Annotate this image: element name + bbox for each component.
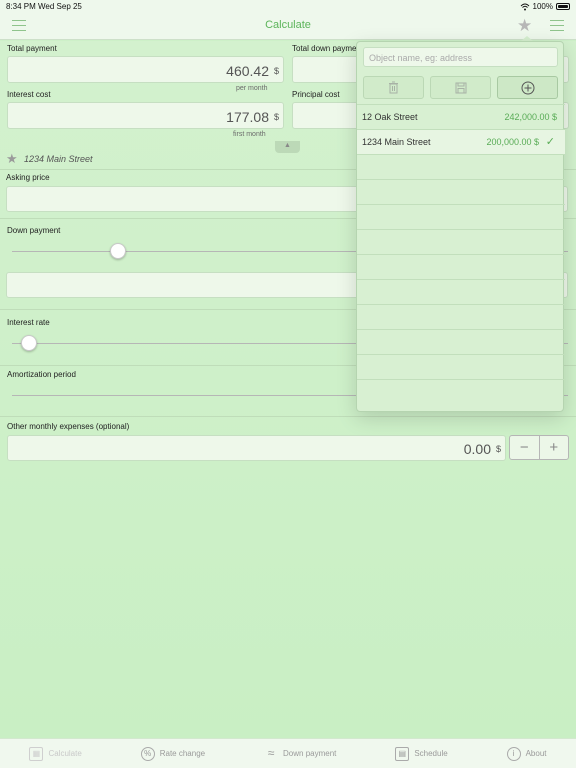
object-price: 200,000.00 $	[486, 137, 539, 147]
tab-rate-change[interactable]: % Rate change	[140, 746, 206, 761]
empty-row	[357, 279, 565, 304]
down-payment-label: Down payment	[7, 226, 61, 235]
tab-label: Schedule	[414, 749, 448, 758]
tab-about[interactable]: i About	[506, 746, 547, 761]
tab-label: About	[525, 749, 547, 758]
other-expenses-input[interactable]: 0.00 $	[7, 435, 506, 461]
tab-label: Calculate	[48, 749, 82, 758]
saved-objects-popover: Object name, eg: address 12 Oak Street 2…	[356, 41, 565, 412]
object-name-input[interactable]: Object name, eg: address	[363, 47, 558, 67]
tab-down-payment[interactable]: ≈ Down payment	[264, 745, 337, 761]
wifi-icon	[520, 3, 529, 10]
add-object-button[interactable]	[497, 76, 558, 99]
star-icon: ★	[6, 151, 18, 166]
asking-price-label: Asking price	[6, 173, 50, 182]
hand-money-icon: ≈	[267, 745, 275, 760]
total-payment-field: 460.42 $	[7, 56, 284, 83]
info-icon: i	[506, 746, 521, 761]
empty-row	[357, 254, 565, 279]
other-expenses-value: 0.00	[463, 441, 491, 457]
empty-row	[357, 379, 565, 404]
decrement-button[interactable]: −	[510, 436, 540, 459]
save-icon	[455, 82, 466, 93]
principal-cost-label: Principal cost	[292, 90, 340, 99]
total-payment-label: Total payment	[7, 44, 57, 53]
object-name-placeholder: Object name, eg: address	[369, 53, 473, 63]
settings-sliders-icon[interactable]	[550, 20, 564, 32]
selected-object-name: 1234 Main Street	[24, 154, 93, 164]
empty-row	[357, 229, 565, 254]
interest-cost-label: Interest cost	[7, 90, 51, 99]
tab-label: Rate change	[159, 749, 206, 758]
saved-objects-list: 12 Oak Street 242,000.00 $ 1234 Main Str…	[357, 104, 565, 404]
empty-row	[357, 329, 565, 354]
status-time: 8:34 PM	[6, 2, 36, 11]
other-expenses-label: Other monthly expenses (optional)	[7, 422, 130, 431]
empty-row	[357, 154, 565, 179]
down-payment-slider-knob[interactable]	[109, 243, 126, 259]
object-name: 1234 Main Street	[362, 137, 431, 147]
interest-cost-unit: $	[273, 112, 279, 122]
list-item[interactable]: 1234 Main Street 200,000.00 $ ✓	[357, 129, 565, 154]
calculator-icon: ▦	[29, 746, 44, 761]
checkmark-icon: ✓	[545, 136, 555, 148]
interest-cost-value: 177.08	[226, 109, 269, 125]
status-date: Wed Sep 25	[38, 2, 82, 11]
increment-button[interactable]: +	[540, 436, 569, 459]
interest-cost-field: 177.08 $	[7, 102, 284, 129]
interest-rate-slider-knob[interactable]	[20, 335, 37, 351]
interest-rate-label: Interest rate	[7, 318, 50, 327]
calendar-icon: ▤	[395, 746, 410, 761]
interest-cost-caption: first month	[233, 131, 266, 138]
favorites-star-icon[interactable]: ★	[517, 16, 532, 36]
empty-row	[357, 204, 565, 229]
page-title: Calculate	[265, 19, 311, 31]
add-circle-icon	[521, 81, 534, 94]
amortization-label: Amortization period	[7, 370, 76, 379]
total-payment-caption: per month	[236, 85, 268, 92]
save-button[interactable]	[430, 76, 491, 99]
tab-bar: ▦ Calculate % Rate change ≈ Down payment…	[0, 738, 576, 768]
total-payment-value: 460.42	[226, 63, 269, 79]
battery-percent: 100%	[532, 2, 553, 11]
divider	[0, 416, 576, 417]
trash-icon	[389, 81, 398, 94]
tab-label: Down payment	[283, 749, 337, 758]
nav-bar: Calculate ★	[0, 12, 576, 40]
status-right: 100%	[520, 2, 570, 11]
list-item[interactable]: 12 Oak Street 242,000.00 $	[357, 104, 565, 129]
empty-row	[357, 354, 565, 379]
battery-icon	[556, 3, 570, 10]
empty-row	[357, 304, 565, 329]
status-bar: 8:34 PM Wed Sep 25 100%	[0, 0, 576, 12]
other-expenses-stepper[interactable]: − +	[509, 435, 569, 460]
other-expenses-unit: $	[495, 444, 501, 454]
percent-icon: %	[140, 746, 155, 761]
object-price: 242,000.00 $	[504, 112, 557, 122]
tab-schedule[interactable]: ▤ Schedule	[395, 746, 448, 761]
delete-button[interactable]	[363, 76, 424, 99]
object-name: 12 Oak Street	[362, 112, 418, 122]
total-down-payment-label: Total down payme	[292, 44, 357, 53]
total-payment-unit: $	[273, 66, 279, 76]
tab-calculate[interactable]: ▦ Calculate	[29, 746, 82, 761]
empty-row	[357, 179, 565, 204]
